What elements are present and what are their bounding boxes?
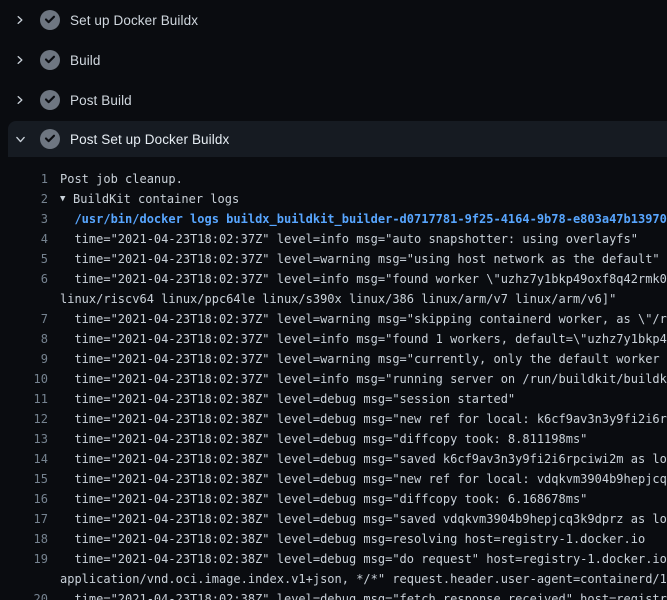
log-line: 11 time="2021-04-23T18:02:38Z" level=deb… (0, 389, 667, 409)
log-line: 17 time="2021-04-23T18:02:38Z" level=deb… (0, 509, 667, 529)
line-number[interactable]: 11 (0, 389, 48, 409)
group-toggle-icon[interactable]: ▼ (60, 189, 73, 209)
step-row-post-set-up-docker-buildx[interactable]: Post Set up Docker Buildx (8, 121, 667, 157)
log-line: 3 /usr/bin/docker logs buildx_buildkit_b… (0, 209, 667, 229)
line-number[interactable]: 10 (0, 369, 48, 389)
line-number[interactable]: 16 (0, 489, 48, 509)
log-line-text: time="2021-04-23T18:02:37Z" level=warnin… (60, 349, 667, 369)
check-circle-icon (40, 129, 60, 149)
log-line: 13 time="2021-04-23T18:02:38Z" level=deb… (0, 429, 667, 449)
line-number[interactable]: 2 (0, 189, 48, 209)
line-number[interactable]: 18 (0, 529, 48, 549)
log-line: application/vnd.oci.image.index.v1+json,… (0, 569, 667, 589)
log-line: 16 time="2021-04-23T18:02:38Z" level=deb… (0, 489, 667, 509)
chevron-down-icon (12, 131, 28, 147)
line-number[interactable]: 13 (0, 429, 48, 449)
line-number[interactable]: 19 (0, 549, 48, 569)
log-line-text: Post job cleanup. (60, 169, 183, 189)
log-line-text: application/vnd.oci.image.index.v1+json,… (60, 569, 667, 589)
line-number[interactable]: 8 (0, 329, 48, 349)
log-line-text: time="2021-04-23T18:02:38Z" level=debug … (60, 409, 667, 429)
line-number[interactable]: 12 (0, 409, 48, 429)
log-line: 9 time="2021-04-23T18:02:37Z" level=warn… (0, 349, 667, 369)
chevron-right-icon (12, 52, 28, 68)
line-number[interactable]: 6 (0, 269, 48, 289)
log-line-text: time="2021-04-23T18:02:37Z" level=warnin… (60, 309, 667, 329)
log-view: 1 Post job cleanup. 2 ▼ BuildKit contain… (0, 157, 667, 600)
log-line-text: time="2021-04-23T18:02:38Z" level=debug … (60, 549, 667, 569)
check-circle-icon (40, 50, 60, 70)
log-line: 20 time="2021-04-23T18:02:38Z" level=deb… (0, 589, 667, 600)
line-number[interactable]: 15 (0, 469, 48, 489)
check-circle-icon (40, 90, 60, 110)
line-number[interactable]: 3 (0, 209, 48, 229)
log-line-text: time="2021-04-23T18:02:37Z" level=warnin… (60, 249, 660, 269)
line-number[interactable]: 9 (0, 349, 48, 369)
step-label: Set up Docker Buildx (70, 13, 198, 28)
log-line: 10 time="2021-04-23T18:02:37Z" level=inf… (0, 369, 667, 389)
log-line: 5 time="2021-04-23T18:02:37Z" level=warn… (0, 249, 667, 269)
line-number[interactable]: 5 (0, 249, 48, 269)
log-line-text: time="2021-04-23T18:02:37Z" level=info m… (60, 269, 667, 289)
log-line-text: BuildKit container logs (73, 189, 239, 209)
log-line: 14 time="2021-04-23T18:02:38Z" level=deb… (0, 449, 667, 469)
log-line-text: time="2021-04-23T18:02:38Z" level=debug … (60, 389, 515, 409)
log-line-text: time="2021-04-23T18:02:38Z" level=debug … (60, 489, 587, 509)
chevron-right-icon (12, 12, 28, 28)
line-number[interactable]: 4 (0, 229, 48, 249)
log-line-text: time="2021-04-23T18:02:38Z" level=debug … (60, 589, 667, 600)
log-line: 1 Post job cleanup. (0, 169, 667, 189)
log-line: 6 time="2021-04-23T18:02:37Z" level=info… (0, 269, 667, 289)
log-line: 18 time="2021-04-23T18:02:38Z" level=deb… (0, 529, 667, 549)
line-number[interactable]: 7 (0, 309, 48, 329)
line-number[interactable]: 20 (0, 589, 48, 600)
chevron-right-icon (12, 92, 28, 108)
log-line-text: time="2021-04-23T18:02:38Z" level=debug … (60, 509, 667, 529)
actions-log-viewer: Set up Docker Buildx Build (0, 0, 667, 600)
log-line-text: time="2021-04-23T18:02:38Z" level=debug … (60, 529, 645, 549)
step-label: Build (70, 53, 101, 68)
step-row-post-build[interactable]: Post Build (0, 80, 667, 120)
step-label: Post Set up Docker Buildx (70, 132, 229, 147)
line-number[interactable]: 1 (0, 169, 48, 189)
log-line-text: time="2021-04-23T18:02:38Z" level=debug … (60, 469, 667, 489)
line-number[interactable] (0, 289, 48, 309)
log-line: 7 time="2021-04-23T18:02:37Z" level=warn… (0, 309, 667, 329)
line-number[interactable] (0, 569, 48, 589)
step-row-build[interactable]: Build (0, 40, 667, 80)
steps-list: Set up Docker Buildx Build (0, 0, 667, 157)
log-line: 2 ▼ BuildKit container logs (0, 189, 667, 209)
log-line: linux/riscv64 linux/ppc64le linux/s390x … (0, 289, 667, 309)
line-number[interactable]: 14 (0, 449, 48, 469)
log-line-text: time="2021-04-23T18:02:37Z" level=info m… (60, 369, 667, 389)
log-line: 4 time="2021-04-23T18:02:37Z" level=info… (0, 229, 667, 249)
log-line-text: time="2021-04-23T18:02:37Z" level=info m… (60, 229, 638, 249)
log-line: 12 time="2021-04-23T18:02:38Z" level=deb… (0, 409, 667, 429)
check-circle-icon (40, 10, 60, 30)
log-line-text: time="2021-04-23T18:02:37Z" level=info m… (60, 329, 667, 349)
log-line-text: /usr/bin/docker logs buildx_buildkit_bui… (60, 209, 667, 229)
log-line: 8 time="2021-04-23T18:02:37Z" level=info… (0, 329, 667, 349)
log-line-text: time="2021-04-23T18:02:38Z" level=debug … (60, 449, 667, 469)
log-line: 19 time="2021-04-23T18:02:38Z" level=deb… (0, 549, 667, 569)
log-line: 15 time="2021-04-23T18:02:38Z" level=deb… (0, 469, 667, 489)
log-line-text: time="2021-04-23T18:02:38Z" level=debug … (60, 429, 587, 449)
log-line-text: linux/riscv64 linux/ppc64le linux/s390x … (60, 289, 616, 309)
step-row-set-up-docker-buildx[interactable]: Set up Docker Buildx (0, 0, 667, 40)
step-label: Post Build (70, 93, 132, 108)
line-number[interactable]: 17 (0, 509, 48, 529)
